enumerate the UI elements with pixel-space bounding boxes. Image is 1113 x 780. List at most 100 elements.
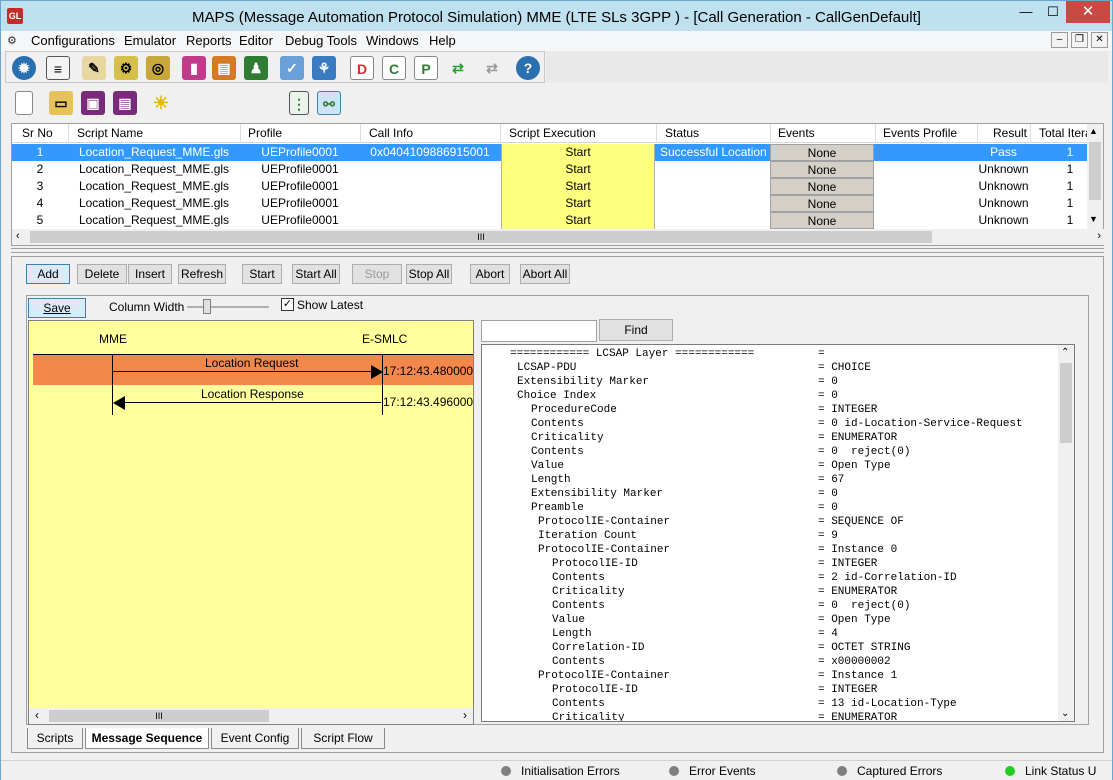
show-latest-checkbox[interactable]: ✓ (281, 298, 294, 311)
stop-all-button[interactable]: Stop All (406, 264, 452, 284)
menu-help[interactable]: Help (429, 33, 456, 48)
events-cell-button[interactable]: None (770, 178, 874, 195)
decode-line[interactable]: LCSAP-PDU = CHOICE (482, 361, 1058, 375)
decode-line[interactable]: ProtocolIE-ID = INTEGER (482, 683, 1058, 697)
scroll-left-icon[interactable]: ‹ (35, 708, 39, 722)
start-cell-button[interactable]: Start (501, 178, 655, 195)
start-cell-button[interactable]: Start (501, 195, 655, 212)
save-as-icon[interactable]: ▤ (113, 91, 137, 115)
c-file-icon[interactable]: C (382, 56, 406, 80)
col-script-execution[interactable]: Script Execution (509, 126, 596, 140)
scroll-up-icon[interactable]: ⌃ (1061, 347, 1069, 358)
mdi-minimize-button[interactable]: – (1051, 32, 1068, 48)
decode-line[interactable]: Value = Open Type (482, 459, 1058, 473)
briefcase-icon[interactable]: ▤ (212, 56, 236, 80)
decode-line[interactable]: Contents = 0 reject(0) (482, 599, 1058, 613)
column-width-slider[interactable] (187, 306, 269, 308)
minimize-button[interactable]: — (1012, 1, 1040, 23)
scroll-up-icon[interactable]: ▲ (1089, 126, 1098, 136)
menu-configurations[interactable]: Configurations (31, 33, 115, 48)
slider-thumb[interactable] (203, 299, 211, 314)
save-button[interactable]: Save (28, 298, 86, 318)
decode-line[interactable]: Extensibility Marker = 0 (482, 487, 1058, 501)
tab-event-config[interactable]: Event Config (211, 728, 299, 749)
decode-line[interactable]: ProtocolIE-ID = INTEGER (482, 557, 1058, 571)
col-sr-no[interactable]: Sr No (22, 126, 53, 140)
decode-line[interactable]: Preamble = 0 (482, 501, 1058, 515)
decode-line[interactable]: Criticality = ENUMERATOR (482, 431, 1058, 445)
status-link-status[interactable]: Link Status U (1005, 764, 1096, 778)
scroll-right-icon[interactable]: › (1097, 230, 1101, 242)
table-row[interactable]: 5 Location_Request_MME.gls UEProfile0001… (12, 212, 1088, 229)
h-scroll-thumb[interactable]: III (30, 231, 932, 243)
menu-windows[interactable]: Windows (366, 33, 419, 48)
gears-icon[interactable]: ⚙ (114, 56, 138, 80)
decode-line[interactable]: ProtocolIE-Container = SEQUENCE OF (482, 515, 1058, 529)
decode-line[interactable]: Value = Open Type (482, 613, 1058, 627)
script-edit-icon[interactable]: ✎ (82, 56, 106, 80)
grid-horizontal-scrollbar[interactable]: ‹ III › (12, 229, 1105, 245)
col-events-profile[interactable]: Events Profile (883, 126, 957, 140)
decode-line[interactable]: Extensibility Marker = 0 (482, 375, 1058, 389)
hierarchy-icon[interactable]: ⚯ (317, 91, 341, 115)
scroll-thumb[interactable] (1060, 363, 1072, 443)
col-total-iterations[interactable]: Total Itera (1039, 126, 1087, 140)
message-arrow[interactable] (121, 402, 381, 403)
sequence-horizontal-scrollbar[interactable]: ‹ III › (29, 708, 473, 724)
abort-all-button[interactable]: Abort All (520, 264, 570, 284)
decode-line[interactable]: Contents = 2 id-Correlation-ID (482, 571, 1058, 585)
delete-button[interactable]: Delete (77, 264, 127, 284)
menu-debug-tools[interactable]: Debug Tools (285, 33, 357, 48)
mdi-restore-button[interactable]: ❐ (1071, 32, 1088, 48)
decode-line[interactable]: Contents = 13 id-Location-Type (482, 697, 1058, 711)
events-cell-button[interactable]: None (770, 212, 874, 229)
help-icon[interactable]: ? (516, 56, 540, 80)
message-label[interactable]: Location Request (205, 356, 298, 370)
table-row[interactable]: 1 Location_Request_MME.gls UEProfile0001… (12, 144, 1088, 161)
col-profile[interactable]: Profile (248, 126, 282, 140)
tab-script-flow[interactable]: Script Flow (301, 728, 385, 749)
decode-line[interactable]: Length = 67 (482, 473, 1058, 487)
table-row[interactable]: 3 Location_Request_MME.gls UEProfile0001… (12, 178, 1088, 195)
close-button[interactable]: ✕ (1066, 1, 1110, 23)
start-cell-button[interactable]: Start (501, 144, 655, 161)
status-initialisation-errors[interactable]: Initialisation Errors (501, 764, 620, 778)
tab-message-sequence[interactable]: Message Sequence (85, 728, 209, 749)
tree-view-icon[interactable]: ⋮ (289, 91, 309, 115)
decode-line[interactable]: Criticality = ENUMERATOR (482, 585, 1058, 599)
decode-line[interactable]: Contents = 0 id-Location-Service-Request (482, 417, 1058, 431)
decode-vertical-scrollbar[interactable]: ⌃ ⌄ (1058, 345, 1074, 721)
status-captured-errors[interactable]: Captured Errors (837, 764, 942, 778)
decode-line[interactable]: Contents = 0 reject(0) (482, 445, 1058, 459)
c-arrow-icon[interactable]: ⇄ (446, 56, 470, 80)
col-call-info[interactable]: Call Info (369, 126, 413, 140)
user-lock-icon[interactable]: ♟ (244, 56, 268, 80)
books-icon[interactable]: ▮ (182, 56, 206, 80)
table-row[interactable]: 2 Location_Request_MME.gls UEProfile0001… (12, 161, 1088, 178)
decode-line[interactable]: Criticality = ENUMERATOR (482, 711, 1058, 721)
maximize-button[interactable]: ☐ (1040, 1, 1066, 23)
notepad-icon[interactable]: ≡ (46, 56, 70, 80)
find-button[interactable]: Find (599, 319, 673, 341)
scroll-left-icon[interactable]: ‹ (16, 230, 20, 242)
menu-reports[interactable]: Reports (186, 33, 232, 48)
events-cell-button[interactable]: None (770, 195, 874, 212)
scroll-thumb[interactable] (1089, 142, 1101, 200)
decode-line[interactable]: ProtocolIE-Container = Instance 1 (482, 669, 1058, 683)
start-button[interactable]: Start (242, 264, 282, 284)
decode-line[interactable]: ProcedureCode = INTEGER (482, 403, 1058, 417)
add-button[interactable]: Add (26, 264, 70, 284)
gear-icon[interactable]: ✹ (12, 56, 36, 80)
start-cell-button[interactable]: Start (501, 212, 655, 229)
panel-splitter[interactable] (11, 248, 1104, 253)
message-arrow[interactable] (113, 371, 373, 372)
decode-line[interactable]: Correlation-ID = OCTET STRING (482, 641, 1058, 655)
insert-button[interactable]: Insert (128, 264, 172, 284)
menu-editor[interactable]: Editor (239, 33, 273, 48)
message-label[interactable]: Location Response (201, 387, 304, 401)
start-cell-button[interactable]: Start (501, 161, 655, 178)
network-icon[interactable]: ⚘ (312, 56, 336, 80)
h-scroll-thumb[interactable]: III (49, 710, 269, 722)
start-all-button[interactable]: Start All (292, 264, 340, 284)
mdi-close-button[interactable]: ✕ (1091, 32, 1108, 48)
